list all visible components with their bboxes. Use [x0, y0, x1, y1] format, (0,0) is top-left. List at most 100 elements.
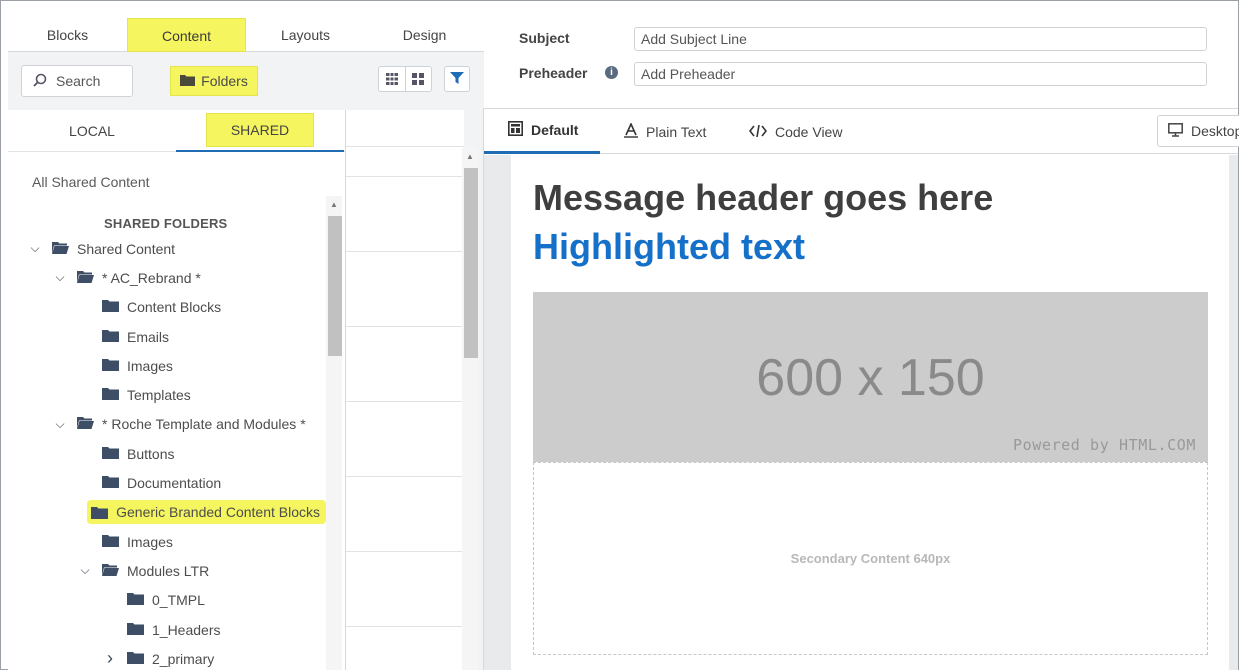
folder-icon	[127, 622, 144, 638]
folder-tree-item[interactable]: Images	[8, 527, 326, 556]
folder-tree-item[interactable]: ⌵ * Roche Template and Modules *	[8, 410, 326, 439]
folder-tree-item-content: Generic Branded Content Blocks	[87, 500, 326, 525]
folder-tree-item[interactable]: ⌵ Shared Content	[8, 234, 326, 263]
grid-view-icon[interactable]	[406, 67, 432, 91]
folder-label: Images	[127, 357, 173, 374]
folder-tree-item-content: Modules LTR	[102, 563, 209, 579]
all-shared-content-link[interactable]: All Shared Content	[32, 174, 150, 190]
folder-icon	[127, 592, 144, 608]
folder-label: Emails	[127, 328, 170, 345]
folder-tree-item-content: Buttons	[102, 446, 174, 462]
folder-icon	[91, 506, 109, 519]
folder-tree-item-content: Content Blocks	[102, 299, 221, 315]
folder-tree-item[interactable]: 0_TMPL	[8, 586, 326, 615]
folder-scope-tabs: LOCAL SHARED	[8, 110, 345, 152]
folder-icon	[102, 534, 119, 550]
list-divider	[346, 551, 464, 552]
folder-tree-item[interactable]: ⌵ Modules LTR	[8, 556, 326, 585]
search-button[interactable]: Search	[21, 65, 133, 97]
folder-icon	[102, 446, 119, 462]
folder-tree-item[interactable]: Buttons	[8, 439, 326, 468]
tab-shared[interactable]: SHARED	[176, 110, 344, 152]
folder-open-icon	[77, 416, 94, 432]
folder-label: Modules LTR	[127, 562, 210, 579]
folder-icon	[102, 358, 119, 374]
code-icon	[748, 124, 768, 140]
folder-tree-item[interactable]: ⌵ * AC_Rebrand *	[8, 263, 326, 292]
scrollbar-thumb[interactable]	[328, 216, 342, 356]
folder-tree-item-content: Templates	[102, 387, 191, 403]
email-canvas: Message header goes here Highlighted tex…	[484, 155, 1238, 670]
message-header[interactable]: Message header goes here	[533, 177, 993, 219]
chevron-down-icon[interactable]: ⌵	[53, 417, 67, 432]
list-scrollbar[interactable]: ▲	[462, 148, 478, 670]
folder-tree-item[interactable]: Content Blocks	[8, 293, 326, 322]
chevron-down-icon[interactable]: ⌵	[53, 270, 67, 285]
device-label: Desktop	[1191, 123, 1239, 139]
folder-tree-item-content: Documentation	[102, 475, 221, 491]
search-label: Search	[56, 73, 101, 89]
folder-label: 1_Headers	[152, 621, 221, 638]
search-icon	[32, 72, 48, 91]
folder-label: Images	[127, 533, 173, 550]
folder-tree-item[interactable]: 1_Headers	[8, 615, 326, 644]
folder-open-icon	[77, 270, 94, 286]
folders-label: Folders	[201, 73, 248, 89]
list-divider	[346, 251, 464, 252]
email-preview: Message header goes here Highlighted tex…	[511, 155, 1229, 670]
list-view-icon[interactable]	[379, 67, 406, 91]
subject-input[interactable]: Add Subject Line	[634, 27, 1207, 51]
folder-label: Buttons	[127, 445, 175, 462]
folder-tree-item[interactable]: › 2_primary	[8, 644, 326, 670]
tab-plain-text[interactable]: Plain Text	[624, 109, 706, 154]
folder-tree-item[interactable]: Documentation	[8, 468, 326, 497]
folder-label: Documentation	[127, 475, 222, 492]
folder-tree-scrollbar[interactable]: ▲	[326, 196, 342, 670]
tab-local-label: LOCAL	[69, 123, 115, 139]
chevron-down-icon[interactable]: ⌵	[78, 563, 92, 578]
highlighted-text[interactable]: Highlighted text	[533, 226, 805, 268]
list-divider	[346, 401, 464, 402]
tab-default[interactable]: Default	[484, 109, 600, 154]
info-icon[interactable]: i	[605, 66, 618, 79]
device-preview-button[interactable]: Desktop	[1157, 115, 1239, 147]
tab-content[interactable]: Content	[127, 18, 246, 52]
view-toggle	[378, 66, 432, 92]
folder-label: 0_TMPL	[152, 592, 205, 609]
chevron-down-icon[interactable]: ⌵	[28, 241, 42, 256]
folder-tree-item[interactable]: Templates	[8, 380, 326, 409]
list-divider	[346, 176, 464, 177]
filter-button[interactable]	[444, 66, 470, 92]
folder-open-icon	[52, 241, 69, 257]
folder-label: Generic Branded Content Blocks	[116, 504, 320, 521]
scrollbar-thumb[interactable]	[464, 168, 478, 358]
chevron-right-icon[interactable]: ›	[103, 648, 117, 669]
tab-layouts[interactable]: Layouts	[246, 18, 365, 52]
folder-tree-item-content: * Roche Template and Modules *	[77, 416, 306, 432]
scroll-up-icon[interactable]: ▲	[466, 152, 474, 161]
secondary-content-block[interactable]: Secondary Content 640px	[533, 462, 1208, 655]
folder-icon	[102, 329, 119, 345]
subject-label: Subject	[519, 30, 570, 46]
folder-tree-item[interactable]: Generic Branded Content Blocks	[8, 498, 326, 527]
scroll-up-icon[interactable]: ▲	[330, 200, 338, 209]
folders-button[interactable]: Folders	[170, 66, 258, 96]
tab-blocks[interactable]: Blocks	[8, 18, 127, 52]
folder-icon	[127, 651, 144, 667]
folder-tree-item[interactable]: Emails	[8, 322, 326, 351]
preheader-input[interactable]: Add Preheader	[634, 62, 1207, 86]
folder-label: Shared Content	[77, 240, 176, 257]
filter-icon	[450, 71, 464, 88]
tab-local[interactable]: LOCAL	[8, 110, 176, 152]
folder-label: 2_primary	[152, 650, 215, 667]
tab-code-view[interactable]: Code View	[748, 109, 842, 154]
hero-image-placeholder[interactable]: 600 x 150 Powered by HTML.COM	[533, 292, 1208, 462]
view-mode-tabs: Default Plain Text Code View Desktop	[484, 108, 1239, 154]
content-panel: Blocks Content Layouts Design Search Fol…	[8, 18, 484, 670]
folder-tree-item-content: * AC_Rebrand *	[77, 270, 201, 286]
content-toolbar: Search Folders	[8, 52, 484, 108]
folder-tree-item[interactable]: Images	[8, 351, 326, 380]
email-editor: Subject Add Subject Line Preheader i Add…	[484, 18, 1239, 670]
tab-design[interactable]: Design	[365, 18, 484, 52]
text-icon	[624, 121, 638, 141]
